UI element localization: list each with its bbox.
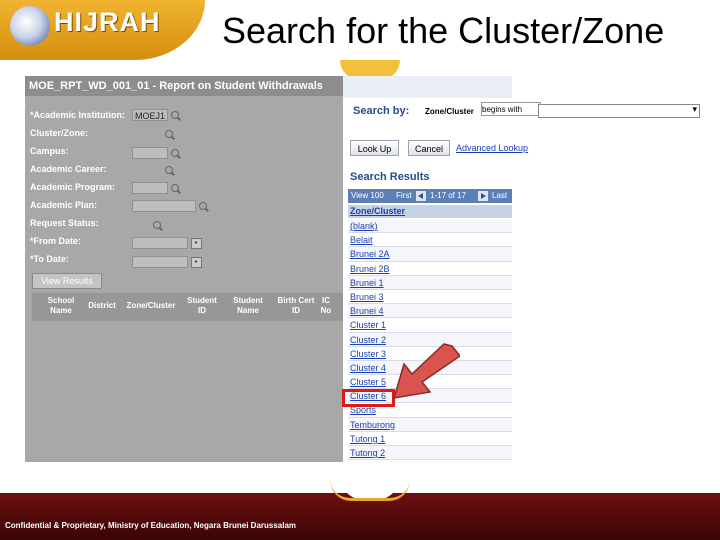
field-label-plan: Academic Plan:	[30, 200, 98, 210]
result-row[interactable]: Brunei 2B	[348, 261, 512, 276]
footer-text: Confidential & Proprietary, Ministry of …	[5, 521, 297, 530]
from-date-input[interactable]	[132, 237, 188, 249]
lookup-icon[interactable]	[165, 166, 175, 176]
search-by-label: Search by:	[353, 105, 410, 117]
selection-highlight-box	[342, 389, 395, 407]
report-panel: MOE_RPT_WD_001_01 - Report on Student Wi…	[25, 76, 343, 462]
field-label-program: Academic Program:	[30, 182, 116, 192]
result-row[interactable]: Belait	[348, 233, 512, 248]
report-header: MOE_RPT_WD_001_01 - Report on Student Wi…	[25, 76, 343, 96]
result-row[interactable]: Tutong 2	[348, 446, 512, 461]
previous-arrow-icon[interactable]	[416, 191, 426, 201]
results-range: 1-17 of 17	[430, 191, 467, 200]
footer-decoration	[330, 480, 410, 501]
grid-col-student-id: Student ID	[187, 296, 217, 315]
view-results-button[interactable]: View Results	[32, 273, 102, 289]
pointer-arrow-icon	[392, 343, 460, 399]
next-arrow-icon[interactable]	[478, 191, 488, 201]
advanced-lookup-link[interactable]: Advanced Lookup	[456, 143, 528, 153]
report-title: MOE_RPT_WD_001_01 - Report on Student Wi…	[29, 80, 323, 92]
field-label-campus: Campus:	[30, 146, 69, 156]
field-label-cluster: Cluster/Zone:	[30, 128, 89, 138]
lookup-icon[interactable]	[153, 221, 163, 231]
lookup-icon[interactable]	[171, 149, 181, 159]
result-row[interactable]: Temburong	[348, 417, 512, 432]
result-row[interactable]: Tutong 1	[348, 431, 512, 446]
grid-col-district: District	[88, 301, 116, 310]
field-label-to-date: *To Date:	[30, 254, 69, 264]
search-field-name: Zone/Cluster	[425, 107, 474, 116]
grid-col-school: School Name	[47, 296, 75, 315]
first-link[interactable]: First	[396, 191, 412, 200]
to-date-input[interactable]	[132, 256, 188, 268]
report-grid-header: School Name District Zone/Cluster Studen…	[32, 293, 343, 321]
lookup-icon[interactable]	[199, 202, 209, 212]
search-results-title: Search Results	[350, 171, 430, 183]
grid-col-birth-cert: Birth Cert ID	[277, 296, 315, 315]
result-row[interactable]: Brunei 3	[348, 289, 512, 305]
logo-bar: HIJRAH	[0, 0, 205, 60]
crest-icon	[10, 6, 50, 46]
field-label-career: Academic Career:	[30, 164, 107, 174]
program-input[interactable]	[132, 182, 168, 194]
lookup-icon[interactable]	[171, 184, 181, 194]
operator-select[interactable]: begins with	[481, 102, 541, 116]
results-nav-bar: View 100 First 1-17 of 17 Last	[348, 189, 512, 203]
slide-title: Search for the Cluster/Zone	[222, 10, 665, 51]
look-up-button[interactable]: Look Up	[350, 140, 399, 156]
grid-col-student-name: Student Name	[233, 296, 263, 315]
grid-col-zone: Zone/Cluster	[126, 301, 176, 310]
calendar-icon[interactable]: ▸	[191, 257, 202, 268]
result-row[interactable]: Brunei 4	[348, 304, 512, 319]
result-row[interactable]: (blank)	[348, 219, 512, 234]
plan-input[interactable]	[132, 200, 196, 212]
result-row[interactable]: Cluster 1	[348, 318, 512, 333]
field-label-request-status: Request Status:	[30, 218, 99, 228]
results-column-header[interactable]: Zone/Cluster	[348, 205, 512, 218]
lookup-icon[interactable]	[171, 111, 181, 121]
grid-col-ic: IC No	[320, 296, 332, 315]
calendar-icon[interactable]: ▸	[191, 238, 202, 249]
view-all-link[interactable]: View 100	[351, 191, 384, 200]
campus-input[interactable]	[132, 147, 168, 159]
last-link[interactable]: Last	[492, 191, 507, 200]
column-header-label: Zone/Cluster	[350, 206, 406, 216]
lookup-icon[interactable]	[165, 130, 175, 140]
search-value-select[interactable]	[538, 104, 700, 118]
logo-text: HIJRAH	[54, 7, 161, 37]
results-list: (blank) Belait Brunei 2A Brunei 2B Brune…	[348, 219, 512, 461]
cancel-button[interactable]: Cancel	[408, 140, 450, 156]
result-row[interactable]: Brunei 2A	[348, 247, 512, 262]
institution-input[interactable]: MOEJ1	[132, 109, 168, 121]
field-label-institution: *Academic Institution:	[30, 110, 126, 120]
field-label-from-date: *From Date:	[30, 236, 82, 246]
result-row[interactable]: Brunei 1	[348, 275, 512, 290]
lookup-top-strip	[343, 76, 512, 98]
